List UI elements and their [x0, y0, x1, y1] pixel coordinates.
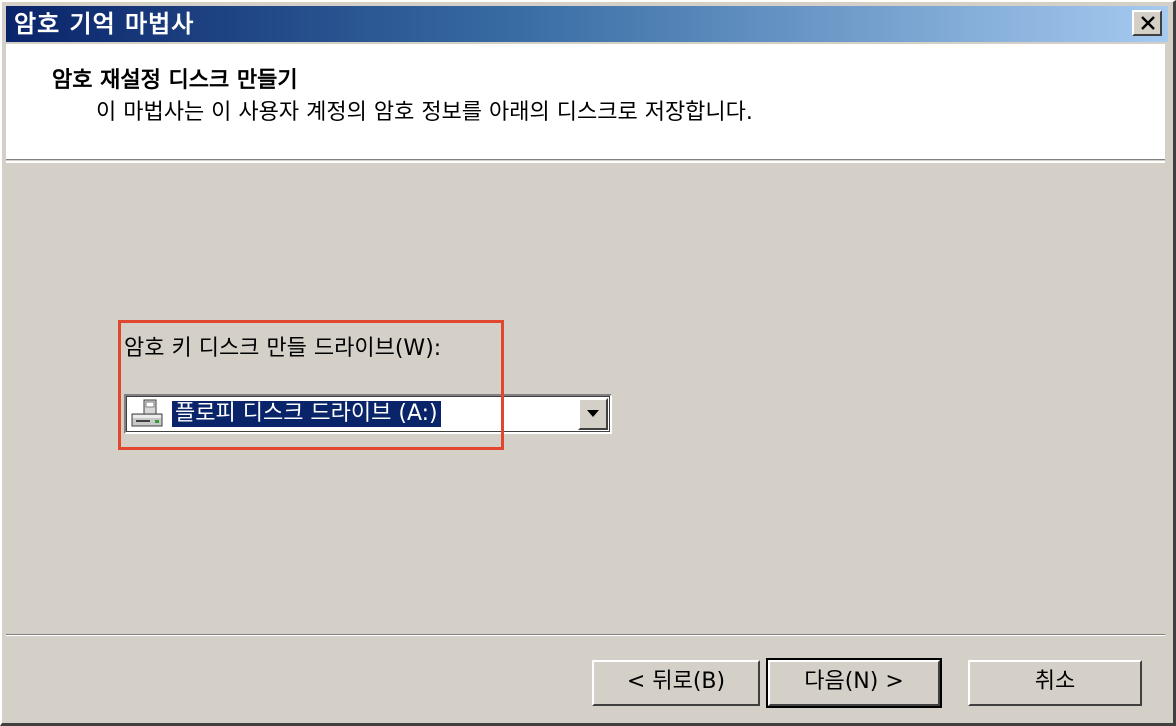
window-title: 암호 기억 마법사	[14, 10, 195, 38]
chevron-down-icon	[587, 410, 599, 417]
cancel-button[interactable]: 취소	[968, 660, 1142, 706]
close-button[interactable]	[1132, 10, 1162, 36]
next-button[interactable]: 다음(N) >	[766, 658, 942, 708]
header-divider	[6, 161, 1165, 163]
wizard-window: 암호 기억 마법사 암호 재설정 디스크 만들기 이 마법사는 이 사용자 계정…	[0, 0, 1176, 726]
back-button[interactable]: < 뒤로(B)	[592, 660, 760, 706]
page-description: 이 마법사는 이 사용자 계정의 암호 정보를 아래의 디스크로 저장합니다.	[96, 100, 753, 125]
close-icon	[1141, 16, 1155, 30]
dropdown-arrow-button[interactable]	[578, 398, 608, 430]
highlight-box	[118, 320, 504, 450]
title-bar[interactable]: 암호 기억 마법사	[6, 6, 1168, 42]
page-title: 암호 재설정 디스크 만들기	[52, 68, 298, 93]
wizard-header: 암호 재설정 디스크 만들기 이 마법사는 이 사용자 계정의 암호 정보를 아…	[6, 44, 1165, 160]
